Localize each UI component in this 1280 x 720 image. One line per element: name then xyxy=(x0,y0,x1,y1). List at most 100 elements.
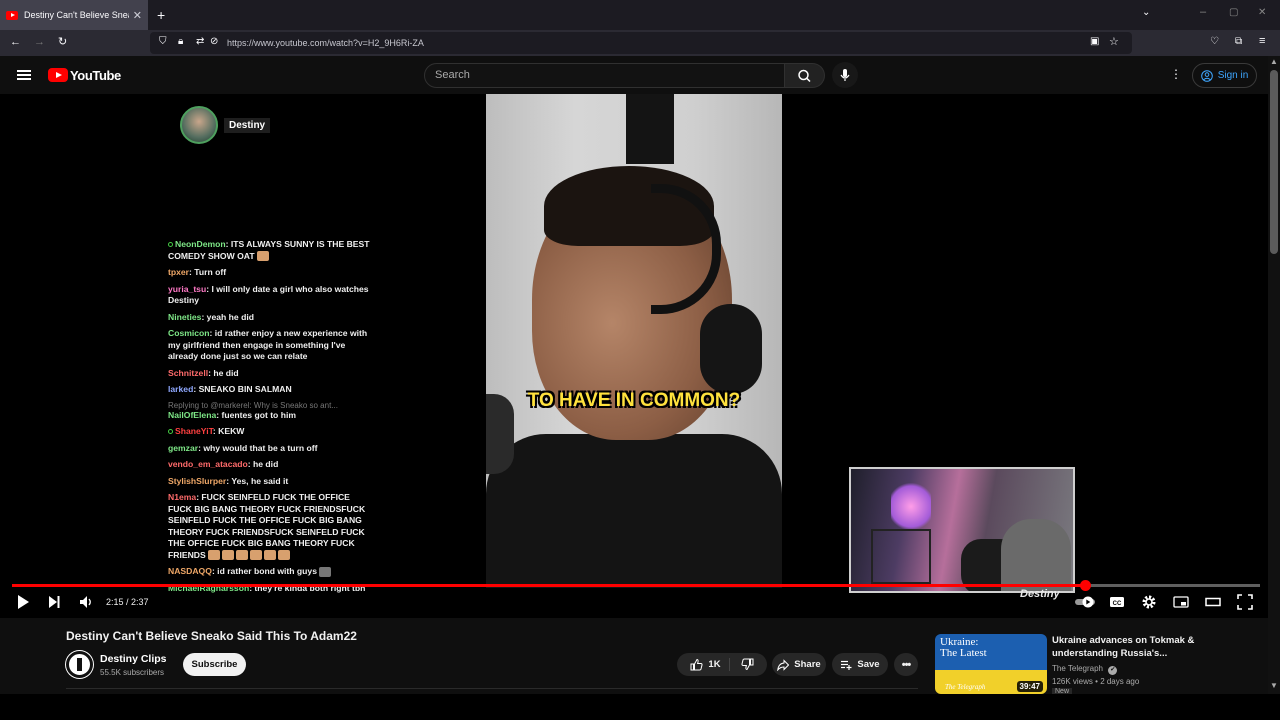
chat-message: tpxer: Turn off xyxy=(168,267,374,279)
scroll-up-arrow-icon[interactable]: ▲ xyxy=(1270,58,1278,66)
subscribe-button[interactable]: Subscribe xyxy=(183,653,246,676)
subtitles-button[interactable]: CC xyxy=(1109,594,1125,613)
chat-emote-icon xyxy=(208,550,221,561)
lock-icon[interactable]: 🔒︎ xyxy=(178,37,183,47)
next-button[interactable] xyxy=(47,594,61,613)
chat-message: ShaneYiT: KEKW xyxy=(168,426,374,438)
share-label: Share xyxy=(794,659,821,670)
maximize-icon[interactable]: ▢ xyxy=(1229,8,1238,18)
chat-username: ShaneYiT xyxy=(175,426,213,436)
save-label: Save xyxy=(857,659,880,670)
tab-title: Destiny Can't Believe Sneako Sa xyxy=(24,10,129,20)
picture-in-picture-icon[interactable]: ▣ xyxy=(1090,37,1099,47)
minimize-icon[interactable]: – xyxy=(1200,7,1206,18)
chat-username: larked xyxy=(168,384,194,394)
reload-icon[interactable]: ↻ xyxy=(58,37,67,48)
recommended-video-title[interactable]: Ukraine advances on Tokmak & understandi… xyxy=(1052,635,1237,660)
search-icon xyxy=(798,69,811,83)
play-icon xyxy=(18,595,29,609)
scroll-down-arrow-icon[interactable]: ▼ xyxy=(1270,682,1278,690)
chat-emote-icon xyxy=(236,550,249,561)
chat-username: vendo_em_atacado xyxy=(168,459,248,469)
voice-search-button[interactable] xyxy=(832,62,858,88)
volume-button[interactable] xyxy=(78,594,94,613)
theater-mode-button[interactable] xyxy=(1205,594,1221,613)
chat-message: vendo_em_atacado: he did xyxy=(168,459,374,471)
menu-icon[interactable]: ≡ xyxy=(1259,36,1265,47)
extensions-icon[interactable]: ⧉ xyxy=(1235,37,1242,47)
scrollbar-thumb[interactable] xyxy=(1270,70,1278,254)
thumbs-down-icon xyxy=(741,658,754,671)
chat-text: : yeah he did xyxy=(201,311,254,322)
progress-scrubber[interactable] xyxy=(1079,580,1091,591)
window-close-icon[interactable]: ✕ xyxy=(1258,8,1266,18)
dislike-button[interactable] xyxy=(735,658,754,671)
recommended-video-thumbnail[interactable]: Ukraine: The Latest The Telegraph 39:47 xyxy=(935,634,1047,694)
sign-in-button[interactable]: Sign in xyxy=(1192,63,1257,88)
url-text[interactable]: https://www.youtube.com/watch?v=H2_9H6Ri… xyxy=(227,38,424,48)
thumbs-up-icon xyxy=(690,658,703,671)
back-arrow-icon[interactable]: ← xyxy=(10,37,21,48)
shield-icon[interactable]: ⛉ xyxy=(159,37,167,47)
chat-text: : he did xyxy=(208,367,239,378)
settings-button[interactable] xyxy=(1141,594,1157,613)
chat-text: : id rather bond with guys xyxy=(211,566,320,576)
verified-check-icon: ✔ xyxy=(1108,666,1118,675)
tab-list-chevron-icon[interactable]: ⌄ xyxy=(1142,8,1150,18)
more-actions-button[interactable]: ••• xyxy=(894,653,918,676)
autoplay-toggle[interactable] xyxy=(1074,594,1098,613)
like-count: 1K xyxy=(708,659,721,670)
thumbnail-brand: The Telegraph xyxy=(945,683,986,691)
chat-text: : fuentes got to him xyxy=(216,409,296,420)
thumbnail-title: Ukraine: The Latest xyxy=(940,636,987,659)
video-caption: TO HAVE IN COMMON? xyxy=(527,390,741,411)
chat-text: : KEKW xyxy=(212,426,245,436)
video-title: Destiny Can't Believe Sneako Said This T… xyxy=(66,629,357,643)
chat-badge-icon xyxy=(168,242,173,247)
chat-text: : Yes, he said it xyxy=(226,475,289,486)
fullscreen-button[interactable] xyxy=(1237,594,1253,613)
permissions-icon[interactable]: ⇄ xyxy=(196,37,204,47)
channel-watermark[interactable]: Destiny xyxy=(1020,588,1060,600)
channel-avatar[interactable] xyxy=(66,651,93,678)
chat-message: Cosmicon: id rather enjoy a new experien… xyxy=(168,328,374,363)
facecam-light xyxy=(891,479,931,534)
youtube-logo-icon[interactable] xyxy=(48,68,68,82)
tracking-icon[interactable]: ⊘ xyxy=(210,37,218,47)
play-button[interactable] xyxy=(16,594,30,613)
new-tab-button[interactable]: + xyxy=(157,8,165,22)
miniplayer-button[interactable] xyxy=(1173,594,1189,613)
chat-username: Cosmicon xyxy=(168,328,210,338)
channel-name[interactable]: Destiny Clips xyxy=(100,653,167,665)
video-player[interactable]: Destiny NeonDemon: ITS ALWAYS SUNNY IS T… xyxy=(0,94,1268,618)
next-icon xyxy=(49,596,60,608)
guest-video-frame: TO HAVE IN COMMON? xyxy=(486,94,782,588)
save-button[interactable]: Save xyxy=(832,653,888,676)
bookmark-star-icon[interactable]: ☆ xyxy=(1109,37,1119,48)
chat-message: larked: SNEAKO BIN SALMAN xyxy=(168,384,374,396)
pocket-icon[interactable]: ♡ xyxy=(1210,37,1219,47)
more-options-icon[interactable]: ⋮ xyxy=(1170,68,1182,80)
chat-message: N1ema: FUCK SEINFELD FUCK THE OFFICE FUC… xyxy=(168,492,374,561)
divider xyxy=(66,688,918,689)
like-button[interactable]: 1K xyxy=(690,658,730,671)
recommended-channel-name: The Telegraph xyxy=(1052,664,1103,673)
recommended-age: 2 days ago xyxy=(1100,677,1140,686)
share-button[interactable]: Share xyxy=(772,653,826,676)
tab-close-icon[interactable]: ✕ xyxy=(133,9,142,22)
time-display: 2:15 / 2:37 xyxy=(106,597,149,607)
hamburger-menu-icon[interactable] xyxy=(17,70,31,80)
chat-emote-icon xyxy=(264,550,277,561)
youtube-logo-text[interactable]: YouTube xyxy=(70,68,121,83)
forward-arrow-icon[interactable]: → xyxy=(34,37,45,48)
chat-text: : why would that be a turn off xyxy=(198,442,318,453)
search-input[interactable]: Search xyxy=(424,63,785,88)
browser-tab[interactable]: Destiny Can't Believe Sneako Sa ✕ xyxy=(0,0,148,30)
fullscreen-icon xyxy=(1237,594,1253,610)
search-button[interactable] xyxy=(785,63,825,88)
recommended-video-channel[interactable]: The Telegraph ✔ xyxy=(1052,664,1118,675)
chat-message: NASDAQQ: id rather bond with guys xyxy=(168,566,374,578)
background-banner xyxy=(626,94,674,164)
chat-username: Nineties xyxy=(168,311,202,322)
chat-emote-icon xyxy=(250,550,263,561)
